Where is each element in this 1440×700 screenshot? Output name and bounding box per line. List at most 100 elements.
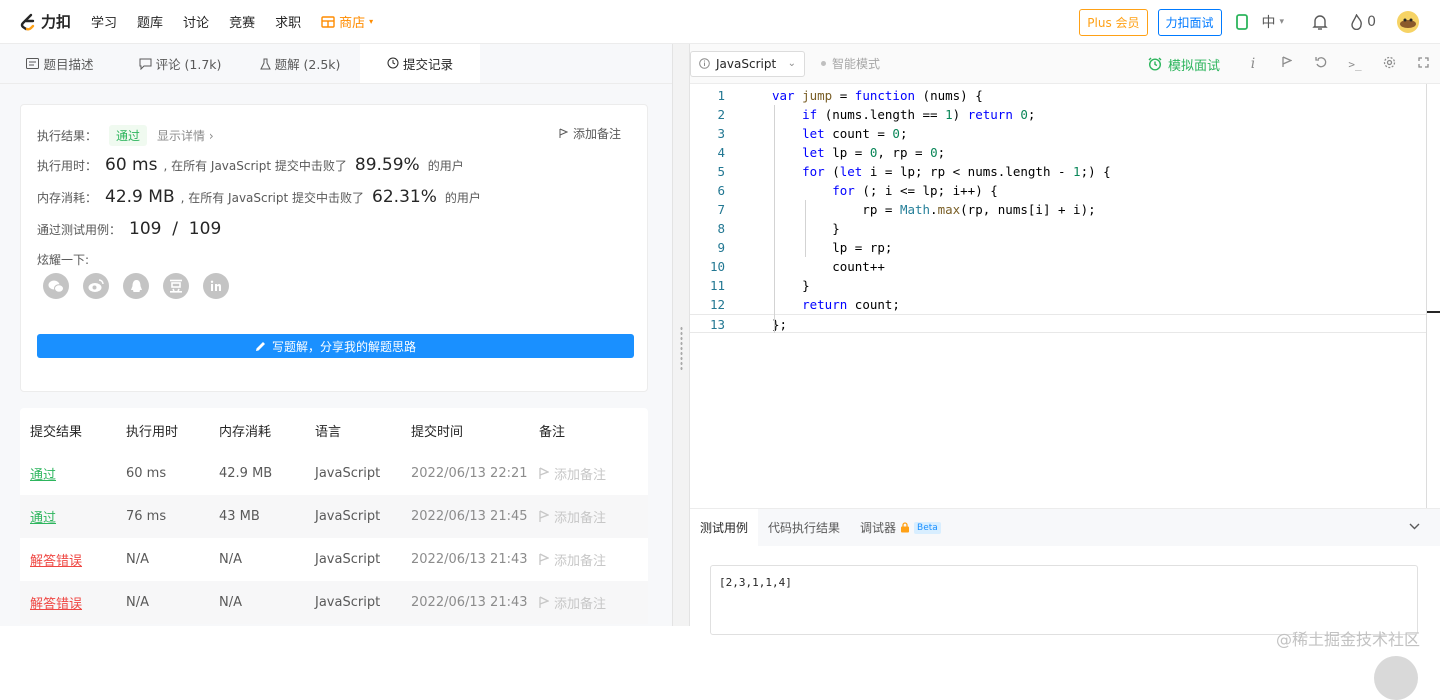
- code-line[interactable]: 9 lp = rp;: [690, 238, 1426, 257]
- language-value: JavaScript: [716, 56, 777, 71]
- code-line[interactable]: 5 for (let i = lp; rp < nums.length - 1;…: [690, 162, 1426, 181]
- code-line[interactable]: 3 let count = 0;: [690, 124, 1426, 143]
- submission-add-note[interactable]: 添加备注: [539, 464, 648, 483]
- result-status-row: 执行结果： 通过 显示详情 ›: [37, 125, 214, 146]
- submission-memory: N/A: [219, 595, 242, 610]
- header-note: 备注: [539, 424, 566, 440]
- douban-icon[interactable]: [163, 273, 189, 299]
- code-editor[interactable]: 1 var jump = function (nums) {2 if (nums.…: [690, 84, 1426, 508]
- submission-language: JavaScript: [315, 509, 381, 524]
- add-note-button[interactable]: 添加备注: [559, 125, 621, 142]
- code-line[interactable]: 6 for (; i <= lp; i++) {: [690, 181, 1426, 200]
- submission-runtime: N/A: [126, 595, 149, 610]
- settings-gear-icon[interactable]: [1372, 56, 1406, 73]
- terminal-icon[interactable]: >_: [1338, 58, 1372, 71]
- collapse-console-button[interactable]: [1409, 519, 1420, 534]
- panel-resizer[interactable]: [672, 44, 690, 626]
- language-label: 中: [1261, 15, 1276, 31]
- console-tabs: 测试用例 代码执行结果 调试器 Beta: [690, 508, 1440, 547]
- nav-jobs[interactable]: 求职: [275, 12, 301, 31]
- avatar[interactable]: [1396, 10, 1420, 34]
- nav-learn[interactable]: 学习: [91, 12, 117, 31]
- reset-code-icon[interactable]: [1304, 56, 1338, 72]
- debugger-label: 调试器: [860, 521, 897, 535]
- problem-tabs: 题目描述 评论 (1.7k) 题解 (2.5k) 提交记录: [0, 44, 672, 84]
- leetcode-logo[interactable]: 力扣: [18, 11, 71, 32]
- weibo-glyph: [88, 279, 104, 292]
- submission-status[interactable]: 通过: [30, 511, 56, 526]
- table-row[interactable]: 解答错误 N/A N/A JavaScript 2022/06/13 21:43…: [20, 581, 648, 624]
- editor-toolbar: JavaScript ⌄ 智能模式 模拟面试 i >_: [690, 44, 1440, 84]
- submission-add-note[interactable]: 添加备注: [539, 550, 648, 569]
- nav-contest[interactable]: 竞赛: [229, 12, 255, 31]
- submission-status[interactable]: 通过: [30, 468, 56, 483]
- write-solution-button[interactable]: 写题解，分享我的解题思路: [37, 334, 634, 358]
- code-line[interactable]: 8 }: [690, 219, 1426, 238]
- code-line[interactable]: 13};: [690, 314, 1426, 333]
- flag-icon: [539, 553, 549, 565]
- nav-problems[interactable]: 题库: [137, 12, 163, 31]
- testcase-input[interactable]: [2,3,1,1,4]: [710, 565, 1418, 635]
- nav-discuss[interactable]: 讨论: [183, 12, 209, 31]
- tab-label: 提交记录: [402, 56, 453, 72]
- bell-icon: [1312, 14, 1328, 30]
- code-line[interactable]: 4 let lp = 0, rp = 0;: [690, 143, 1426, 162]
- nav-shop[interactable]: 商店 ▾: [321, 12, 373, 31]
- submission-status[interactable]: 解答错误: [30, 554, 82, 569]
- submission-add-note[interactable]: 添加备注: [539, 593, 648, 612]
- table-row[interactable]: 解答错误 N/A N/A JavaScript 2022/06/13 21:43…: [20, 538, 648, 581]
- weibo-icon[interactable]: [83, 273, 109, 299]
- gear-icon: [1383, 56, 1395, 68]
- mobile-app-button[interactable]: [1235, 14, 1248, 30]
- code-line[interactable]: 2 if (nums.length == 1) return 0;: [690, 105, 1426, 124]
- show-details-link[interactable]: 显示详情 ›: [157, 127, 214, 144]
- qq-icon[interactable]: [123, 273, 149, 299]
- tab-testcase[interactable]: 测试用例: [690, 508, 759, 547]
- line-number: 9: [717, 240, 725, 255]
- wechat-icon[interactable]: [43, 273, 69, 299]
- table-row[interactable]: 通过 60 ms 42.9 MB JavaScript 2022/06/13 2…: [20, 452, 648, 495]
- editor-scrollbar[interactable]: [1426, 84, 1440, 508]
- language-select[interactable]: JavaScript ⌄: [690, 50, 805, 77]
- tab-run-result[interactable]: 代码执行结果: [758, 509, 850, 547]
- submission-status[interactable]: 解答错误: [30, 597, 82, 612]
- info-italic-icon[interactable]: i: [1236, 56, 1270, 72]
- tab-description[interactable]: 题目描述: [0, 44, 120, 83]
- interview-button[interactable]: 力扣面试: [1157, 8, 1222, 36]
- tab-debugger[interactable]: 调试器 Beta: [850, 509, 951, 547]
- code-line[interactable]: 7 rp = Math.max(rp, nums[i] + i);: [690, 200, 1426, 219]
- nav-shop-label: 商店: [339, 16, 366, 31]
- code-text: if (nums.length == 1) return 0;: [802, 107, 1036, 122]
- submission-add-note[interactable]: 添加备注: [539, 507, 648, 526]
- fullscreen-icon[interactable]: [1406, 56, 1440, 72]
- smart-mode-toggle[interactable]: 智能模式: [821, 55, 880, 72]
- add-note-label: 添加备注: [554, 468, 607, 483]
- add-note-label: 添加备注: [554, 597, 607, 612]
- tab-solutions[interactable]: 题解 (2.5k): [240, 44, 360, 83]
- code-line[interactable]: 10 count++: [690, 257, 1426, 276]
- chevron-down-icon: [1409, 523, 1420, 530]
- submission-memory: 43 MB: [219, 509, 260, 524]
- status-badge: 通过: [109, 125, 148, 146]
- run-flag-icon[interactable]: [1270, 56, 1304, 72]
- line-number: 3: [717, 126, 725, 141]
- tab-comments[interactable]: 评论 (1.7k): [120, 44, 240, 83]
- plus-member-button[interactable]: Plus 会员: [1079, 8, 1148, 36]
- code-line[interactable]: 12 return count;: [690, 295, 1426, 314]
- table-row[interactable]: 通过 76 ms 43 MB JavaScript 2022/06/13 21:…: [20, 495, 648, 538]
- tab-submissions[interactable]: 提交记录: [360, 44, 480, 83]
- header-time: 提交时间: [411, 424, 464, 440]
- notification-button[interactable]: [1312, 14, 1328, 31]
- mock-interview-button[interactable]: 模拟面试: [1148, 55, 1220, 74]
- code-line[interactable]: 11 }: [690, 276, 1426, 295]
- code-line[interactable]: 1 var jump = function (nums) {: [690, 86, 1426, 105]
- chevron-down-icon: ▾: [1279, 17, 1285, 27]
- submission-memory: N/A: [219, 552, 242, 567]
- linkedin-icon[interactable]: [203, 273, 229, 299]
- flag-icon: [1282, 56, 1293, 67]
- language-switch[interactable]: 中 ▾: [1262, 12, 1285, 32]
- code-text: for (let i = lp; rp < nums.length - 1;) …: [802, 164, 1111, 179]
- floating-action-button[interactable]: [1374, 656, 1418, 700]
- points-button[interactable]: 0: [1350, 14, 1376, 30]
- wechat-glyph: [48, 280, 64, 293]
